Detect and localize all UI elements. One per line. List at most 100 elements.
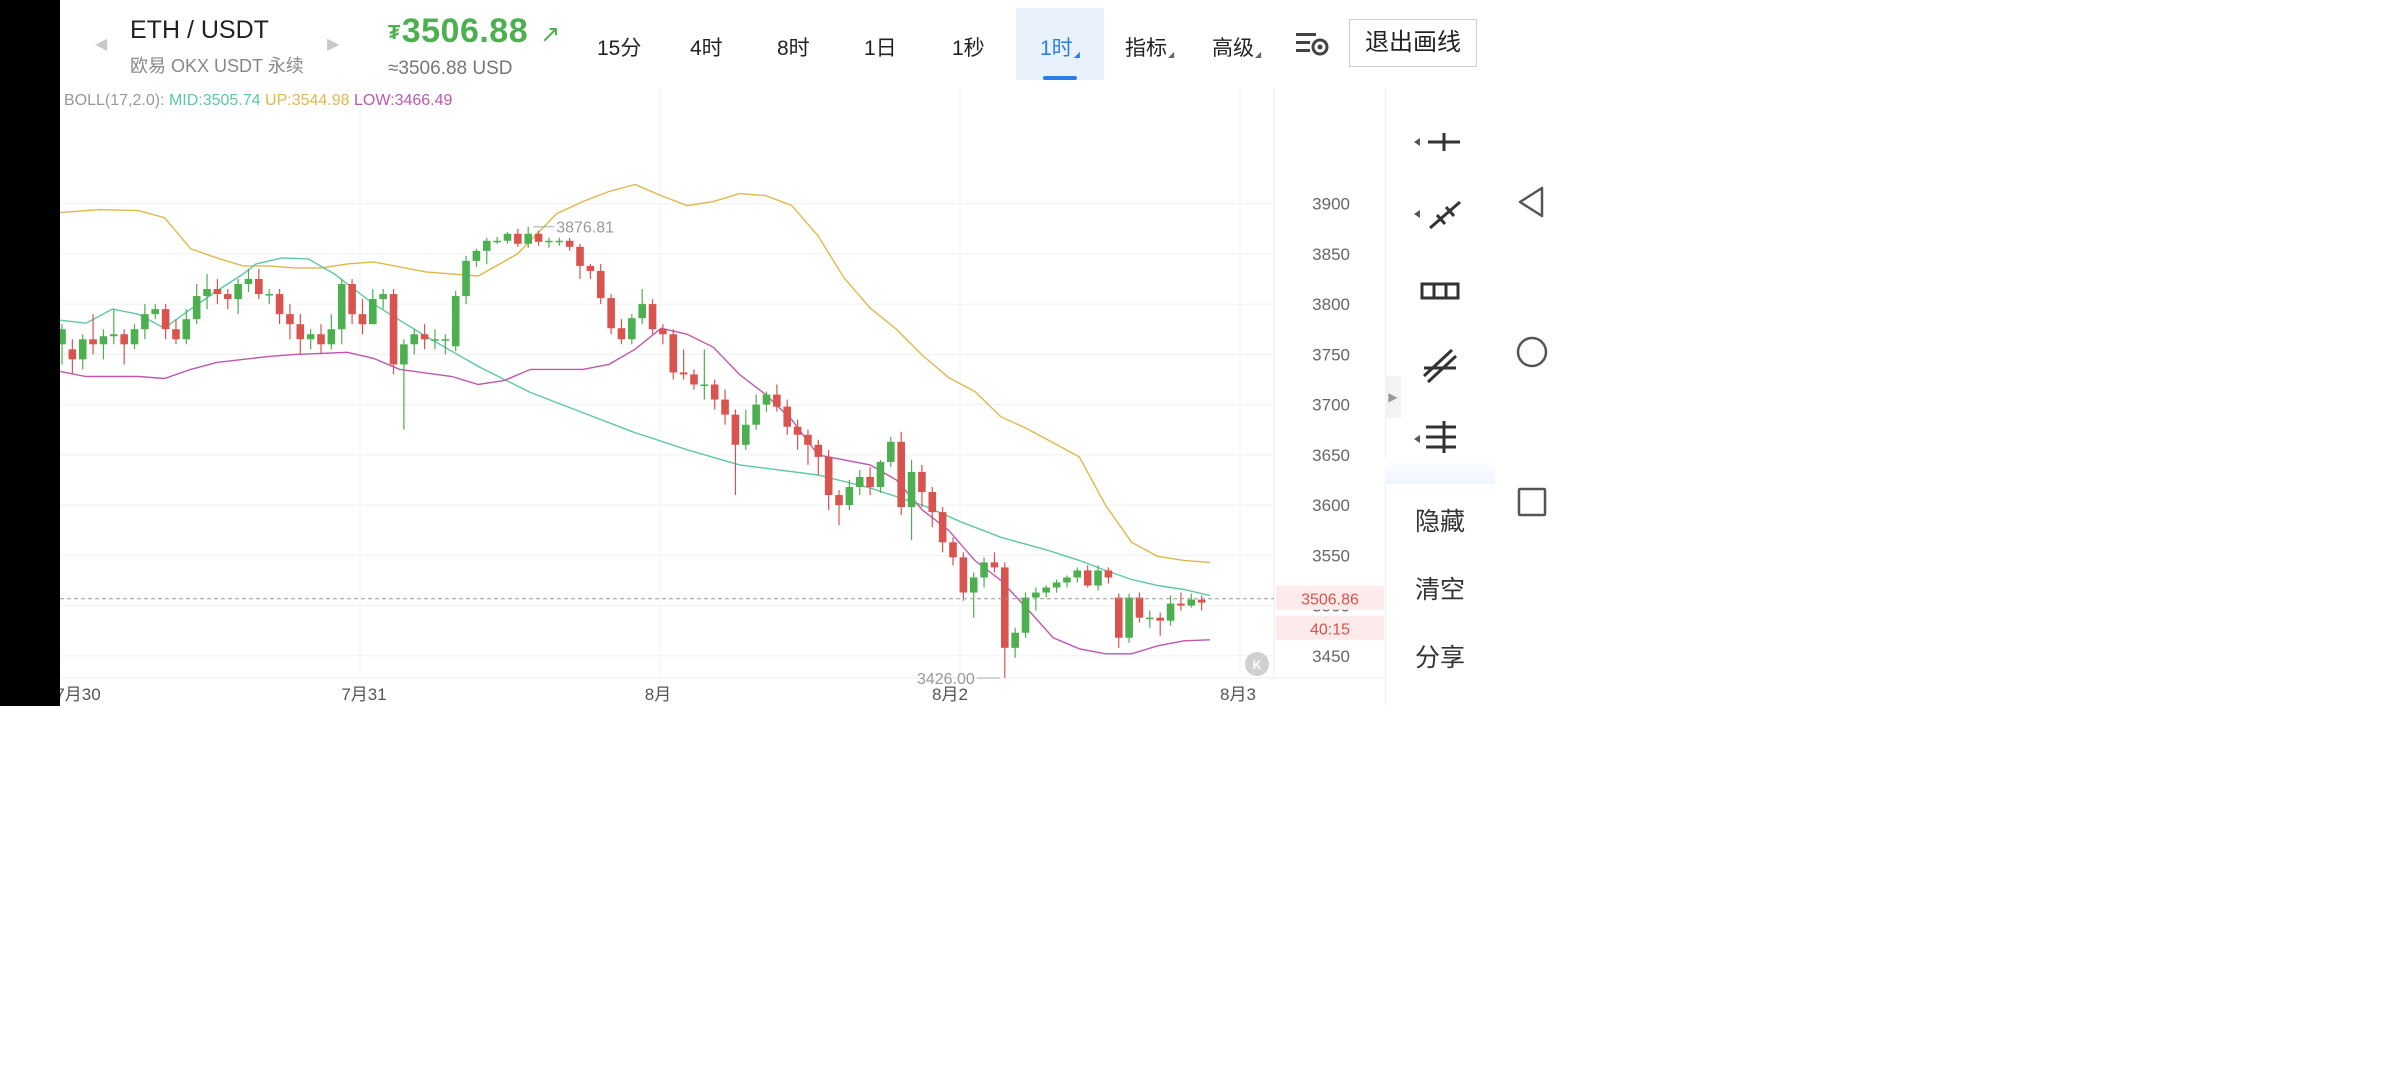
candle-body xyxy=(327,329,336,345)
pair-title[interactable]: ETH / USDT xyxy=(130,16,269,45)
candle-body xyxy=(234,284,242,300)
candle-body xyxy=(721,399,729,415)
candlestick-chart[interactable]: 3900385038003750370036503600355035003450… xyxy=(60,88,1385,706)
candle-body xyxy=(659,329,667,335)
next-pair-icon[interactable]: ▶ xyxy=(327,34,339,54)
timeframe-tab-7[interactable]: 高级◢ xyxy=(1212,32,1261,62)
candle-body xyxy=(275,294,284,315)
candle-body xyxy=(835,495,843,506)
candle-body xyxy=(213,289,222,295)
candle-body xyxy=(918,471,926,493)
candle-body xyxy=(161,309,170,330)
panel-fade xyxy=(1385,458,1495,484)
y-tick-label: 3750 xyxy=(1312,345,1350,364)
horizontal-line-icon[interactable] xyxy=(1410,118,1470,168)
candle-body xyxy=(804,434,812,445)
y-tick-label: 3550 xyxy=(1312,546,1350,565)
candle-body xyxy=(420,334,429,340)
candle-body xyxy=(1177,603,1185,606)
candle-body xyxy=(1125,597,1133,638)
candle-body xyxy=(286,314,294,325)
candle-body xyxy=(472,250,481,261)
prev-pair-icon[interactable]: ◀ xyxy=(95,34,107,54)
boll-upper-band xyxy=(60,183,1211,564)
candle-body xyxy=(938,512,947,543)
candle-body xyxy=(110,334,118,337)
candle-body xyxy=(78,339,87,360)
candle-body xyxy=(358,314,367,325)
candle-body xyxy=(731,414,740,445)
candle-body xyxy=(514,233,522,244)
candle-body xyxy=(959,557,968,593)
candle-body xyxy=(1094,570,1102,586)
home-icon[interactable] xyxy=(1512,332,1552,372)
back-icon[interactable] xyxy=(1512,182,1552,222)
candle-body xyxy=(296,324,305,340)
candle-body xyxy=(141,314,149,330)
candle-body xyxy=(451,296,460,347)
candle-body xyxy=(120,334,128,345)
timeframe-tab-3[interactable]: 1日 xyxy=(864,32,897,62)
candle-body xyxy=(462,260,470,297)
timeframe-tab-5[interactable]: 1时◢ xyxy=(1040,32,1080,62)
y-tick-label: 3700 xyxy=(1312,396,1350,415)
candle-body xyxy=(244,278,253,284)
x-axis-label: 7月31 xyxy=(341,685,386,704)
price-up-arrow-icon: ↗ xyxy=(540,21,561,48)
candle-body xyxy=(690,374,698,385)
y-tick-label: 3650 xyxy=(1312,446,1350,465)
recent-apps-icon[interactable] xyxy=(1512,482,1552,522)
candle-body xyxy=(793,426,802,435)
candle-body xyxy=(824,456,833,496)
candle-body xyxy=(1146,617,1154,620)
candle-body xyxy=(431,339,439,341)
price-range-icon[interactable] xyxy=(1410,266,1470,316)
parallel-channel-icon[interactable] xyxy=(1410,340,1470,390)
candle-body xyxy=(638,304,646,319)
candle-body xyxy=(255,278,263,295)
candle-body xyxy=(1063,577,1071,583)
k-badge-letter: K xyxy=(1253,658,1262,672)
candle-body xyxy=(897,441,905,508)
candle-body xyxy=(969,577,978,593)
candle-body xyxy=(379,294,387,300)
timeframe-tab-0[interactable]: 15分 xyxy=(597,32,641,62)
timeframe-tab-2[interactable]: 8时 xyxy=(777,32,810,62)
candle-body xyxy=(648,304,657,330)
candle-body xyxy=(389,294,398,365)
candle-body xyxy=(1052,582,1061,588)
hide-drawings-button[interactable]: 隐藏 xyxy=(1385,502,1495,538)
y-tick-label: 3450 xyxy=(1312,647,1350,666)
exit-drawing-button[interactable]: 退出画线 xyxy=(1349,19,1477,67)
candle-body xyxy=(876,461,885,488)
candle-body xyxy=(1021,597,1030,633)
last-price: ₮3506.88 xyxy=(388,12,529,50)
x-axis-label: 8月 xyxy=(645,685,671,704)
ray-line-icon[interactable] xyxy=(1410,190,1470,240)
candle-body xyxy=(400,344,408,365)
timeframe-tab-6[interactable]: 指标◢ xyxy=(1125,32,1174,62)
candle-body xyxy=(700,384,709,386)
clear-drawings-button[interactable]: 清空 xyxy=(1385,570,1495,606)
candle-body xyxy=(203,289,211,297)
candle-body xyxy=(1000,567,1009,648)
dropdown-corner-icon: ◢ xyxy=(1073,50,1080,59)
candle-body xyxy=(317,334,325,345)
high-price-marker: 3876.81 xyxy=(556,220,614,237)
candle-body xyxy=(1042,587,1051,593)
candle-body xyxy=(182,319,191,340)
candle-body xyxy=(565,240,574,247)
candle-body xyxy=(607,298,615,329)
timeframe-tab-4[interactable]: 1秒 xyxy=(952,32,985,62)
chart-settings-icon[interactable] xyxy=(1294,28,1330,60)
candle-body xyxy=(949,542,957,558)
candle-body xyxy=(773,394,781,407)
share-button[interactable]: 分享 xyxy=(1385,638,1495,674)
timeframe-tab-1[interactable]: 4时 xyxy=(690,32,723,62)
candle-body xyxy=(628,318,636,340)
candle-body xyxy=(1083,570,1092,586)
candle-body xyxy=(928,492,937,513)
candle-body xyxy=(68,349,77,360)
collapse-panel-icon[interactable]: ▶ xyxy=(1385,376,1401,418)
candle-body xyxy=(151,309,160,315)
